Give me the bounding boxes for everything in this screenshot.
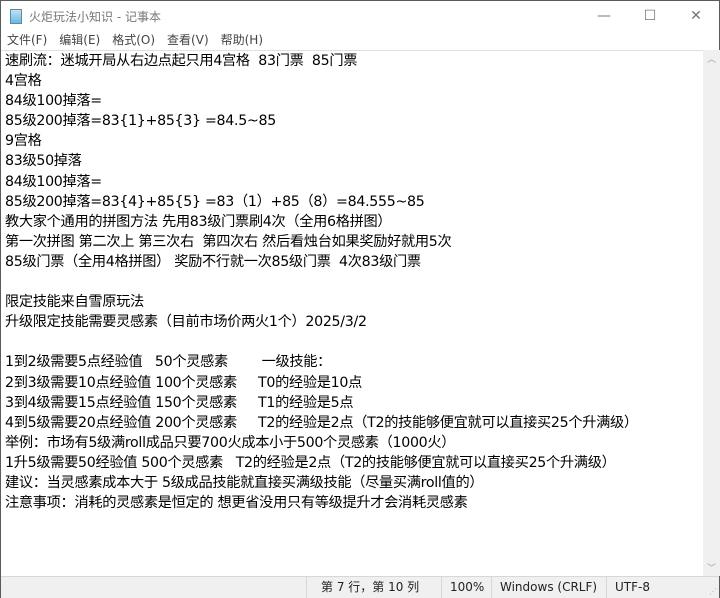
menu-bar: 文件(F) 编辑(E) 格式(O) 查看(V) 帮助(H) <box>1 31 269 50</box>
text-line: 建议：当灵感素成本大于 5级成品技能就直接买满级技能（尽量买满roll值的） <box>5 474 484 491</box>
text-line: 限定技能来自雪原玩法 <box>5 294 144 311</box>
title-bar: 火炬玩法小知识 - 记事本 — ☐ ✕ <box>1 1 719 31</box>
scroll-down-icon[interactable]: ﹀ <box>703 559 720 576</box>
text-line: 速刷流：迷城开局从右边点起只用4宫格 83门票 85门票 <box>5 53 358 69</box>
scroll-up-icon[interactable]: ︿ <box>703 50 720 67</box>
text-line <box>1 332 703 352</box>
text-line: 1升5级需要50经验值 500个灵感素 T2的经验是2点（T2的技能够便宜就可以… <box>5 454 616 471</box>
window-title: 火炬玩法小知识 - 记事本 <box>29 9 161 24</box>
text-line: 举例：市场有5级满roll成品只要700火成本小于500个灵感素（1000火） <box>5 434 456 451</box>
cursor-position: 第 7 行，第 10 列 <box>306 577 441 598</box>
vertical-scrollbar[interactable]: ︿ ﹀ <box>703 50 720 576</box>
resize-grip-icon[interactable]: ⋰ <box>709 587 717 596</box>
menu-format[interactable]: 格式(O) <box>106 31 161 50</box>
text-line: 84级100掉落= <box>5 173 102 190</box>
text-editor[interactable]: 速刷流：迷城开局从右边点起只用4宫格 83门票 85门票 4宫格 84级100掉落=… <box>1 50 703 576</box>
menu-file[interactable]: 文件(F) <box>1 31 53 50</box>
menu-view[interactable]: 查看(V) <box>161 31 215 50</box>
notepad-icon <box>10 8 22 24</box>
encoding: UTF-8 <box>606 577 706 598</box>
text-line: 1到2级需要5点经验值 50个灵感素 一级技能： <box>5 354 332 371</box>
text-line: 3到4级需要15点经验值 150个灵感素 T1的经验是5点 <box>5 394 354 411</box>
text-line <box>1 272 703 292</box>
status-bar: 第 7 行，第 10 列 100% Windows (CRLF) UTF-8 ⋰ <box>1 576 719 598</box>
line-ending: Windows (CRLF) <box>491 577 606 598</box>
text-line: 85级200掉落=83{4}+85{5} =83（1）+85（8）=84.555… <box>5 193 425 210</box>
text-line: 85级200掉落=83{1}+85{3} =84.5~85 <box>5 113 276 130</box>
minimize-button[interactable]: — <box>581 1 627 31</box>
text-line: 83级50掉落 <box>5 153 82 170</box>
maximize-button[interactable]: ☐ <box>627 1 673 31</box>
menu-edit[interactable]: 编辑(E) <box>53 31 106 50</box>
text-line: 4宫格 <box>5 73 42 90</box>
text-line: 9宫格 <box>5 133 42 150</box>
text-line: 85级门票（全用4格拼图） 奖励不行就一次85级门票 4次83级门票 <box>5 253 421 270</box>
zoom-level: 100% <box>441 577 491 598</box>
close-button[interactable]: ✕ <box>673 1 719 31</box>
menu-help[interactable]: 帮助(H) <box>215 31 269 50</box>
text-line: 4到5级需要20点经验值 200个灵感素 T2的经验是2点（T2的技能够便宜就可… <box>5 414 638 431</box>
text-line: 注意事项：消耗的灵感素是恒定的 想更省没用只有等级提升才会消耗灵感素 <box>5 495 468 512</box>
text-line: 2到3级需要10点经验值 100个灵感素 T0的经验是10点 <box>5 374 362 391</box>
text-line: 教大家个通用的拼图方法 先用83级门票刷4次（全用6格拼图） <box>5 213 392 230</box>
text-line: 第一次拼图 第二次上 第三次右 第四次右 然后看烛台如果奖励好就用5次 <box>5 233 452 250</box>
text-line: 84级100掉落= <box>5 93 102 110</box>
text-line: 升级限定技能需要灵感素（目前市场价两火1个）2025/3/2 <box>5 314 367 331</box>
